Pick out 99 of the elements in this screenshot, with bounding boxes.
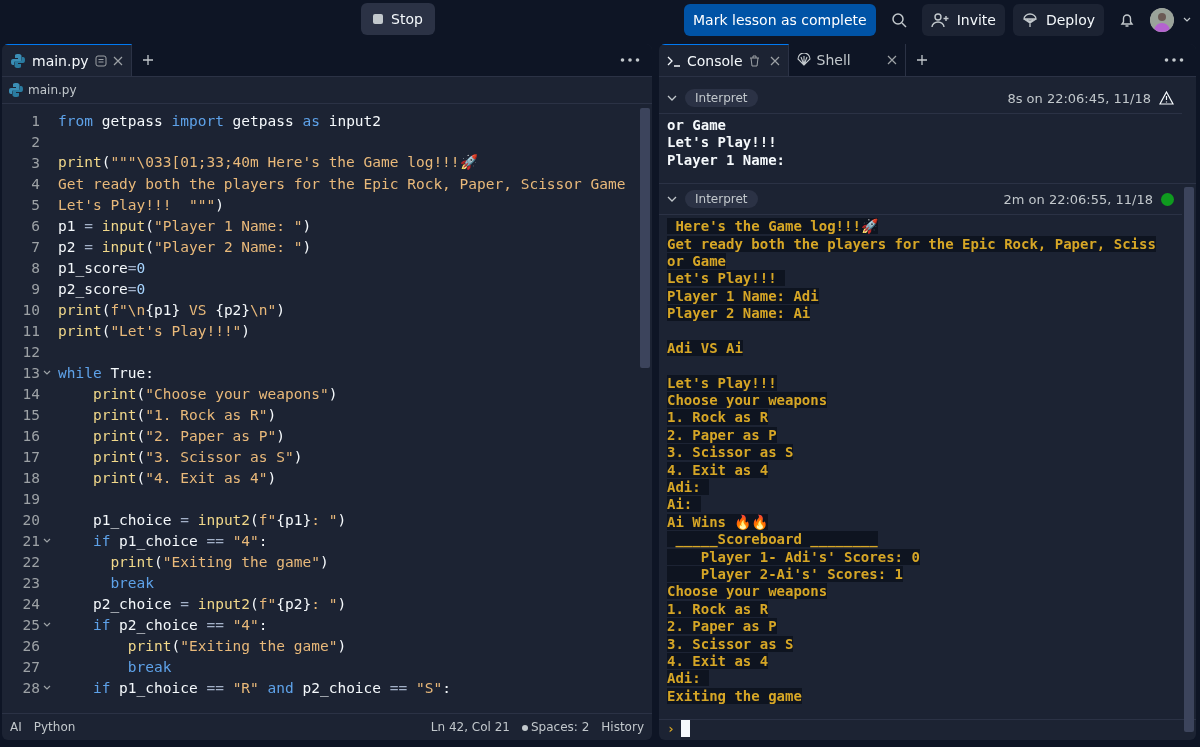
code-line: Let's Play!!! """) bbox=[58, 196, 224, 213]
add-tab-icon[interactable] bbox=[915, 54, 928, 66]
code-line: Get ready both the players for the Epic Rock, Paper, Scissor Game bbox=[58, 175, 626, 192]
python-icon bbox=[10, 52, 26, 69]
line-number: 27 bbox=[21, 658, 40, 675]
code-line: print("Exiting the game") bbox=[126, 637, 347, 654]
code-line: print("Let's Play!!!") bbox=[58, 322, 251, 339]
code-line: p2_score=0 bbox=[58, 280, 146, 297]
line-number: 24 bbox=[21, 595, 40, 612]
code-line: if p2_choice == "4": bbox=[91, 616, 268, 633]
output-line: Player 1 Name: bbox=[667, 151, 785, 168]
line-number: 17 bbox=[21, 448, 40, 465]
run-time: 8s on 22:06:45, 11/18 bbox=[1007, 90, 1151, 106]
line-number: 26 bbox=[21, 637, 40, 654]
close-icon[interactable] bbox=[886, 55, 897, 65]
scrollbar[interactable] bbox=[1184, 187, 1194, 732]
ai-button[interactable]: AI bbox=[10, 720, 22, 734]
code-line: print("4. Exit as 4") bbox=[91, 469, 277, 486]
line-number: 6 bbox=[30, 217, 40, 234]
mark-complete-button[interactable]: Mark lesson as complete bbox=[684, 4, 876, 36]
breadcrumb[interactable]: main.py bbox=[28, 83, 77, 97]
shell-icon bbox=[796, 53, 811, 67]
code-line: print("1. Rock as R") bbox=[91, 406, 277, 423]
code-line: from getpass import getpass as input2 bbox=[58, 112, 382, 129]
trash-icon[interactable] bbox=[748, 54, 760, 67]
bell-icon[interactable] bbox=[1119, 12, 1135, 28]
code-line: print("2. Paper as P") bbox=[91, 427, 285, 444]
indent-setting[interactable]: Spaces: 2 bbox=[522, 720, 590, 734]
output-line: or Game bbox=[667, 117, 726, 133]
line-number: 25 bbox=[21, 616, 40, 633]
line-number: 5 bbox=[30, 196, 40, 213]
code-line: p1_choice = input2(f"{p1}: ") bbox=[91, 511, 347, 528]
fold-icon[interactable] bbox=[43, 685, 51, 691]
line-number: 1 bbox=[30, 112, 40, 129]
stop-button[interactable]: Stop bbox=[361, 3, 435, 35]
line-number: 21 bbox=[21, 532, 40, 549]
line-number: 16 bbox=[21, 427, 40, 444]
person-plus-icon bbox=[930, 12, 949, 28]
line-number: 19 bbox=[21, 490, 40, 507]
python-icon bbox=[8, 82, 24, 98]
line-number: 15 bbox=[21, 406, 40, 423]
code-line: break bbox=[126, 658, 172, 675]
file-info-icon[interactable] bbox=[94, 54, 107, 67]
console-tab[interactable]: Console bbox=[659, 44, 789, 76]
line-number: 20 bbox=[21, 511, 40, 528]
deploy-button[interactable]: Deploy bbox=[1012, 4, 1104, 36]
avatar-icon[interactable] bbox=[1150, 8, 1174, 32]
run-label: Interpret bbox=[685, 89, 758, 107]
line-number: 7 bbox=[30, 238, 40, 255]
line-number: 12 bbox=[21, 343, 40, 360]
deploy-icon bbox=[1021, 12, 1038, 28]
file-tab[interactable]: main.py bbox=[2, 44, 132, 76]
line-number: 10 bbox=[21, 301, 40, 318]
line-number: 18 bbox=[21, 469, 40, 486]
line-number: 28 bbox=[21, 679, 40, 696]
fold-icon[interactable] bbox=[43, 370, 51, 376]
terminal-icon bbox=[667, 54, 681, 67]
fold-icon[interactable] bbox=[43, 538, 51, 544]
line-number: 4 bbox=[30, 175, 40, 192]
line-number: 22 bbox=[21, 553, 40, 570]
history-button[interactable]: History bbox=[601, 720, 644, 734]
collapse-icon[interactable] bbox=[667, 195, 677, 204]
line-number: 9 bbox=[30, 280, 40, 297]
language-indicator[interactable]: Python bbox=[33, 720, 76, 734]
cursor-position[interactable]: Ln 42, Col 21 bbox=[430, 720, 510, 734]
scrollbar[interactable] bbox=[640, 108, 650, 368]
code-line: print("Exiting the game") bbox=[109, 553, 329, 570]
code-line: if p1_choice == "R" and p2_choice == "S": bbox=[91, 679, 451, 696]
code-line: print("Choose your weapons") bbox=[91, 385, 338, 402]
run-time: 2m on 22:06:55, 11/18 bbox=[1003, 191, 1153, 207]
line-number: 13 bbox=[21, 364, 40, 381]
code-line: break bbox=[109, 574, 155, 591]
search-icon[interactable] bbox=[890, 12, 907, 28]
line-number: 14 bbox=[21, 385, 40, 402]
code-line: p1_score=0 bbox=[58, 259, 146, 276]
run-label: Interpret bbox=[685, 190, 758, 209]
fold-icon[interactable] bbox=[43, 622, 51, 628]
code-line: p1 = input("Player 1 Name: ") bbox=[58, 217, 312, 234]
collapse-icon[interactable] bbox=[667, 94, 677, 102]
code-line: print("3. Scissor as S") bbox=[91, 448, 303, 465]
close-icon[interactable] bbox=[769, 55, 780, 66]
invite-button[interactable]: Invite bbox=[921, 4, 1005, 36]
add-tab-icon[interactable] bbox=[141, 54, 154, 66]
code-line: if p1_choice == "4": bbox=[91, 532, 268, 549]
code-line: p2 = input("Player 2 Name: ") bbox=[58, 238, 312, 255]
line-number: 11 bbox=[21, 322, 40, 339]
close-icon[interactable] bbox=[112, 55, 123, 66]
prompt-icon: › bbox=[667, 721, 675, 737]
output-line: Let's Play!!! bbox=[667, 134, 777, 151]
code-line: print(f"\n{p1} VS {p2}\n") bbox=[58, 301, 285, 318]
line-number: 2 bbox=[30, 133, 40, 150]
line-number: 3 bbox=[30, 154, 40, 171]
code-line: print("""\033[01;33;40m Here's the Game log!!!🚀 bbox=[58, 154, 478, 171]
code-line: p2_choice = input2(f"{p2}: ") bbox=[91, 595, 347, 612]
line-number: 23 bbox=[21, 574, 40, 591]
console-tab[interactable]: Shell bbox=[788, 44, 906, 76]
line-number: 8 bbox=[30, 259, 40, 276]
code-line: while True: bbox=[58, 364, 155, 381]
text-cursor[interactable] bbox=[680, 720, 690, 738]
